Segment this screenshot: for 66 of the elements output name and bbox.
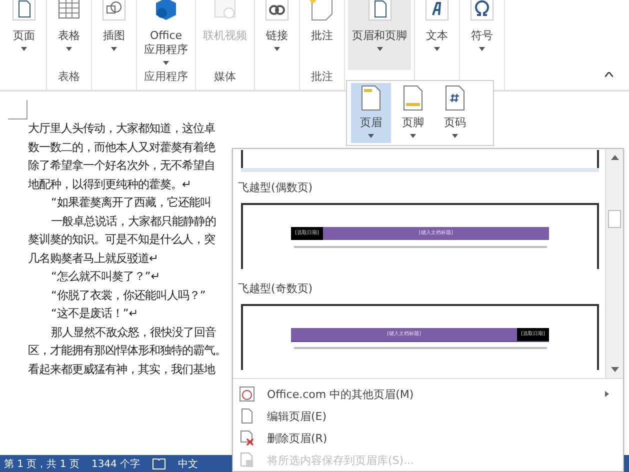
word-count: 1344 个字 (91, 458, 140, 470)
menu-button[interactable]: 页码 (435, 83, 475, 143)
cube-icon (153, 0, 179, 22)
caret-icon (376, 47, 382, 51)
scroll-down-icon[interactable] (610, 367, 618, 372)
paragraph-line: “怎么就不叫獒了？”↵ (50, 269, 160, 285)
paragraph-line: “如果藿獒离开了西藏，它还能叫 (50, 195, 211, 211)
caret-icon (479, 47, 485, 51)
collapse-ribbon-icon[interactable] (605, 72, 613, 77)
submenu-arrow-icon (605, 391, 609, 397)
caret-icon (66, 47, 72, 51)
scroll-up-icon[interactable] (610, 155, 618, 160)
paragraph-line: 大厅里人头传动，大家都知道，这位卓 (28, 121, 215, 137)
ribbon-button[interactable]: Office 应用程序 (140, 0, 192, 70)
paragraph-line: 一般卓总说话，大家都只能静静的 (50, 214, 216, 230)
caret-icon (434, 47, 440, 51)
page-icon (403, 85, 423, 111)
margin-corner-icon (8, 100, 28, 120)
paragraph-line: 数一数二的，而他本人又对藿獒有着绝 (28, 140, 215, 156)
caret-icon (452, 134, 458, 138)
page-icon (361, 85, 381, 111)
group-label: 批注 (311, 70, 333, 85)
ribbon-button[interactable]: 链接 (258, 0, 296, 70)
menu-button[interactable]: 页眉 (351, 83, 391, 143)
group-label: 应用程序 (144, 70, 188, 85)
caret-icon (410, 134, 416, 138)
gallery-section-title: 飞越型(奇数页) (237, 281, 314, 297)
menu-item[interactable]: Office.com 中的其他页眉(M) (233, 383, 623, 405)
scroll-thumb[interactable] (608, 210, 621, 228)
menu-button[interactable]: 页脚 (393, 83, 433, 143)
ribbon-button[interactable]: 表格 (50, 0, 88, 70)
caret-icon (111, 47, 117, 51)
caret-icon (274, 47, 280, 51)
page-count: 第 1 页，共 1 页 (4, 458, 80, 470)
paragraph-line: 几名购獒者马上就反驳道↵ (28, 250, 158, 266)
ribbon-button[interactable]: 插图 (95, 0, 133, 70)
menu-item[interactable]: 编辑页眉(E) (233, 405, 623, 427)
gallery-section-title: 飞越型(偶数页) (237, 180, 314, 196)
book-icon[interactable] (152, 458, 166, 470)
group-label: 媒体 (214, 70, 236, 85)
ribbon-button[interactable]: 文本 (418, 0, 456, 70)
caret-icon (163, 61, 169, 65)
paragraph-line: 地配种，以得到更纯种的藿獒。↵ (28, 176, 192, 192)
delete-page-icon (239, 430, 255, 446)
ribbon-button[interactable]: 页面 (5, 0, 43, 70)
scrollbar[interactable] (605, 149, 623, 378)
page-icon (239, 408, 255, 424)
paragraph-line: 除了希望拿一个好名次外，无不希望自 (28, 158, 215, 174)
ribbon-button[interactable]: 页眉和页脚 (348, 0, 411, 70)
paragraph-line: 区，才能拥有那凶悍体形和独特的霸气。 (28, 343, 226, 359)
paragraph-line: “这不是废话！”↵ (50, 306, 138, 322)
page-number-icon (445, 85, 465, 111)
paragraph-line: “你脱了衣裳，你还能叫人吗？” (50, 288, 206, 304)
paragraph-line: 看起来都更威猛有神，其实，我们基地 (28, 362, 215, 378)
group-label: 表格 (58, 70, 80, 85)
paragraph-line: 獒训獒的知识。可是不知是什么人，突 (28, 232, 215, 248)
caret-icon (368, 134, 374, 138)
page-icon (366, 0, 392, 22)
save-page-icon (239, 452, 255, 468)
ribbon-button[interactable]: 批注 (303, 0, 341, 70)
ribbon-button[interactable]: 符号 (463, 0, 501, 70)
globe-icon (239, 386, 255, 402)
caret-icon (21, 47, 27, 51)
paragraph-line: 那人显然不敌众怒，很快没了回音 (50, 324, 216, 340)
language-indicator[interactable]: 中文 (178, 456, 198, 470)
menu-item[interactable]: 删除页眉(R) (233, 427, 623, 449)
